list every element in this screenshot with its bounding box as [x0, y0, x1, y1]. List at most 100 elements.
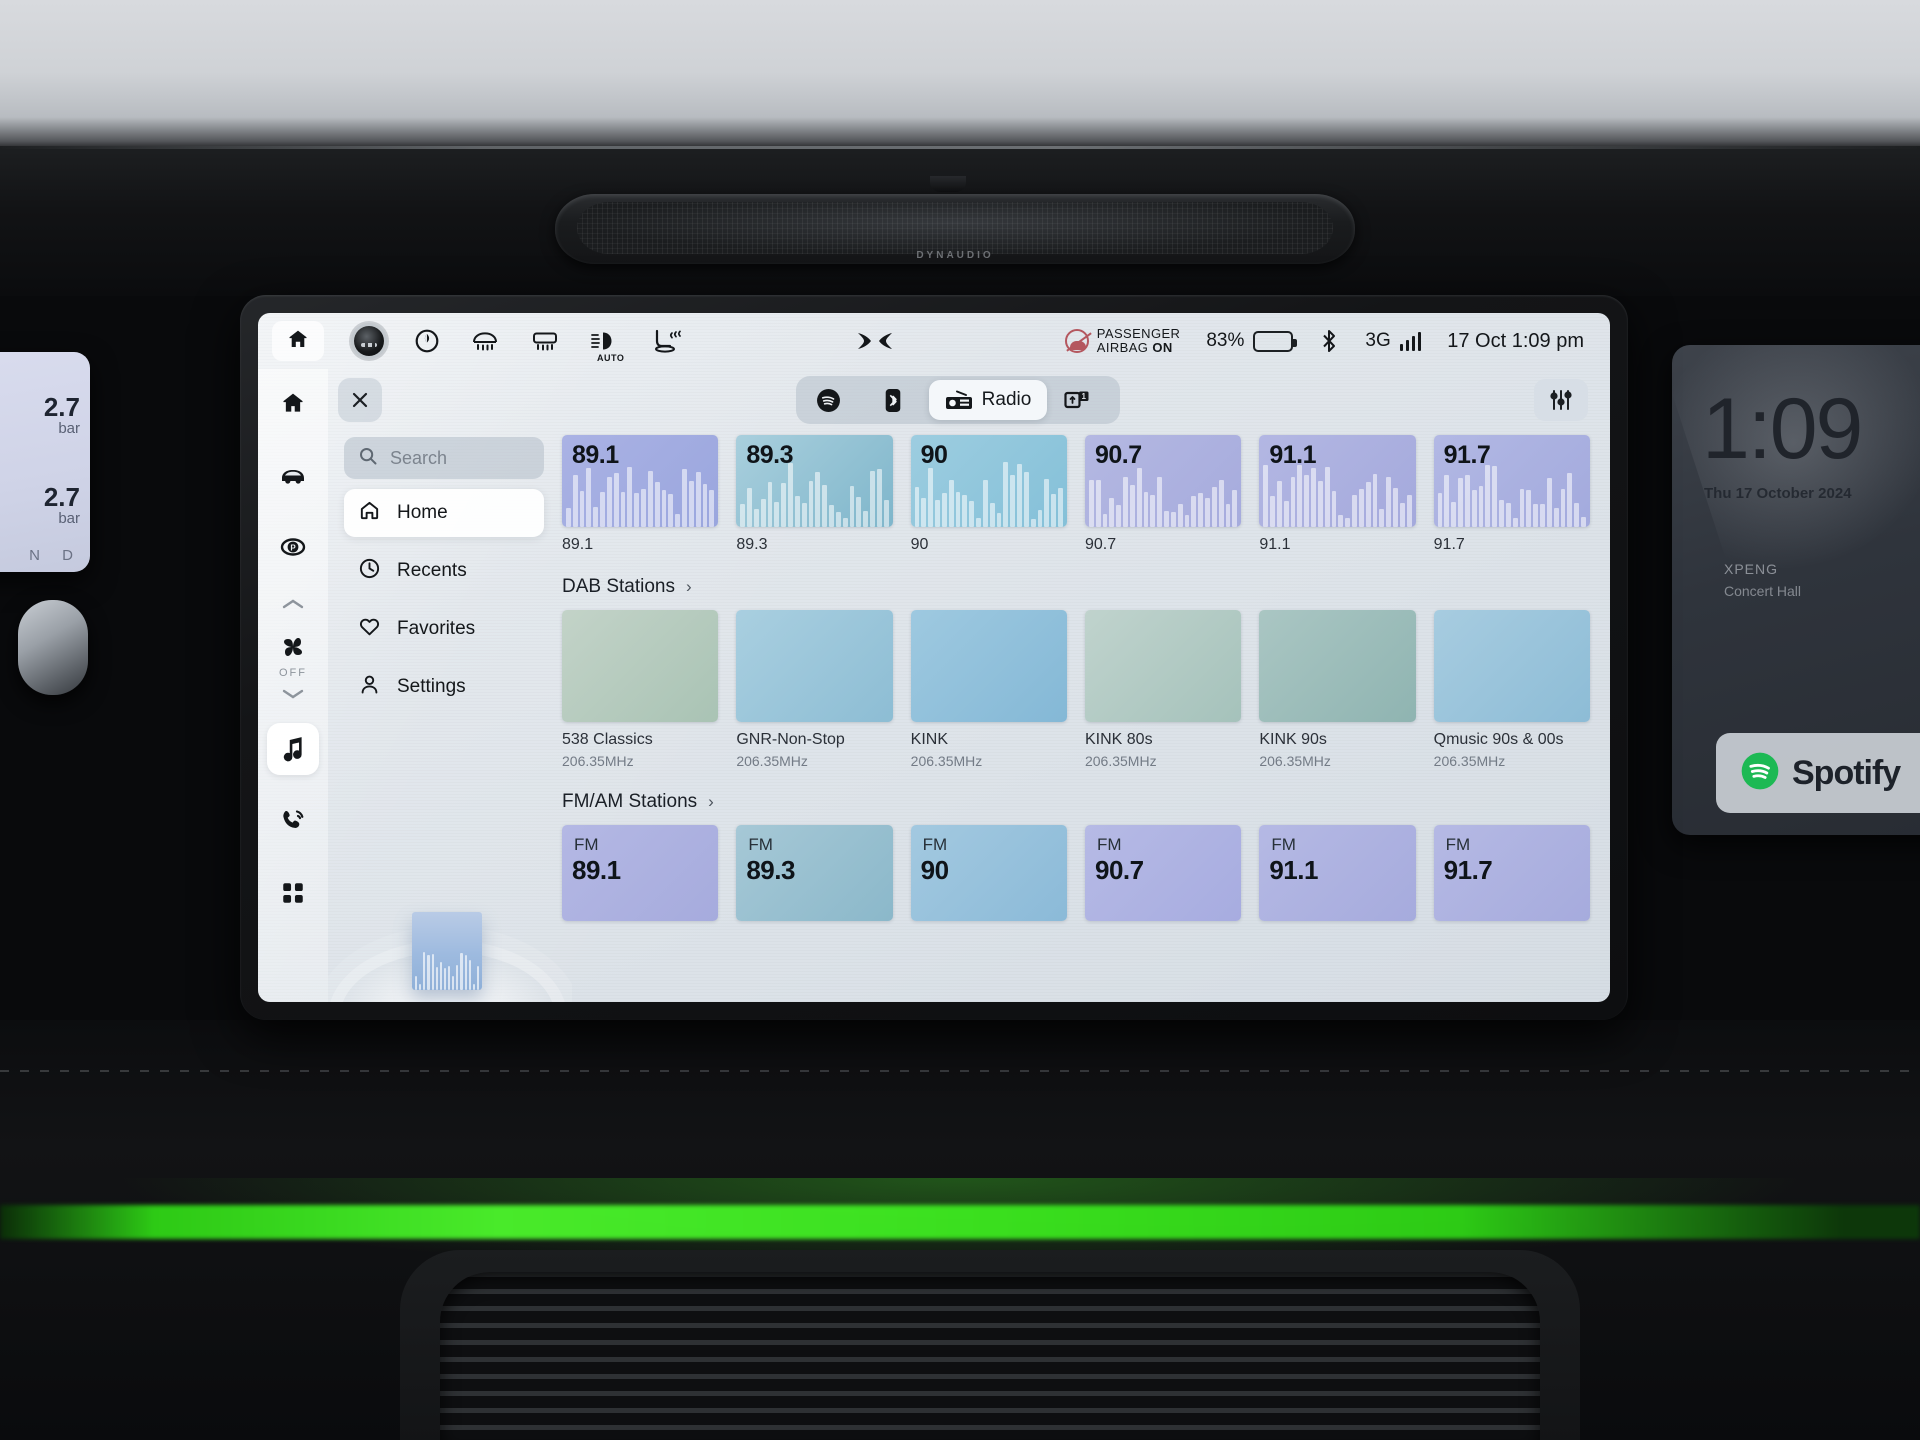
- dab-equalizer-bars: [1434, 653, 1590, 722]
- fmam-band-label: FM: [1445, 835, 1471, 854]
- rail-item-car[interactable]: [267, 449, 319, 501]
- airbag-line-2: AIRBAG: [1096, 340, 1149, 355]
- rail-item-apps[interactable]: [267, 867, 319, 919]
- airbag-icon: [1064, 329, 1089, 353]
- dab-section-title: DAB Stations: [562, 576, 675, 597]
- preset-tile[interactable]: 91.7 91.7: [1433, 435, 1590, 554]
- dab-station-name: GNR-Non-Stop: [736, 731, 845, 748]
- visualizer-bars: [412, 943, 482, 990]
- battery-percent: 83%: [1206, 330, 1245, 351]
- search-icon: [358, 446, 378, 471]
- passenger-spotify-widget[interactable]: Spotify: [1716, 733, 1920, 813]
- tab-bluetooth[interactable]: [866, 380, 929, 420]
- equalizer-button[interactable]: [1534, 379, 1588, 421]
- sidenav-item-home[interactable]: Home: [344, 489, 544, 537]
- fmam-station-tile[interactable]: FM 90.7: [1084, 825, 1242, 921]
- passenger-airbag-indicator: PASSENGER AIRBAG ON: [1064, 327, 1181, 355]
- rail-item-music[interactable]: [267, 723, 319, 775]
- close-button[interactable]: [338, 378, 382, 422]
- fmam-artwork: FM 89.1: [562, 825, 719, 921]
- search-input[interactable]: Search: [344, 437, 544, 479]
- dab-station-tile[interactable]: KINK 206.35MHz: [910, 610, 1067, 769]
- preset-tile[interactable]: 90.7 90.7: [1084, 435, 1242, 554]
- dab-section-header[interactable]: DAB Stations ›: [562, 576, 1590, 598]
- sidenav-label-favorites: Favorites: [397, 618, 476, 639]
- tab-radio[interactable]: Radio: [928, 380, 1048, 420]
- dab-station-tile[interactable]: KINK 80s 206.35MHz: [1084, 610, 1242, 769]
- tpms-rear-value: 2.7: [43, 482, 80, 512]
- sidenav-item-recents[interactable]: Recents: [344, 547, 544, 595]
- fmam-artwork: FM 91.1: [1259, 825, 1416, 921]
- recirculation-icon[interactable]: [414, 328, 440, 354]
- preset-equalizer-bars: [736, 461, 892, 527]
- bluetooth-icon[interactable]: [1319, 328, 1339, 354]
- dab-station-name: 538 Classics: [562, 731, 653, 748]
- fmam-station-tile[interactable]: FM 89.3: [736, 825, 893, 921]
- preset-tile[interactable]: 89.1 89.1: [562, 435, 719, 554]
- rear-defrost-icon[interactable]: [470, 328, 500, 354]
- dab-artwork: [1259, 610, 1416, 722]
- tab-radio-label: Radio: [981, 389, 1032, 410]
- preset-frequency: 90: [920, 441, 948, 469]
- chevron-down-icon[interactable]: [281, 683, 305, 705]
- sidenav-label-recents: Recents: [397, 560, 467, 581]
- sidenav-label-settings: Settings: [397, 676, 466, 697]
- network-indicator: 3G: [1365, 330, 1422, 352]
- dab-artwork: [1084, 610, 1242, 722]
- dab-equalizer-bars: [1259, 653, 1415, 722]
- tab-spotify[interactable]: [800, 380, 866, 420]
- fmam-station-tile[interactable]: FM 91.7: [1433, 825, 1590, 921]
- preset-caption: 90: [910, 536, 929, 553]
- preset-equalizer-bars: [1434, 461, 1590, 527]
- dab-artwork: [562, 610, 719, 722]
- dab-station-tile[interactable]: KINK 90s 206.35MHz: [1259, 610, 1416, 769]
- sensor-housing: [930, 176, 966, 192]
- fmam-station-tile[interactable]: FM 90: [910, 825, 1067, 921]
- preset-frequency: 91.1: [1269, 441, 1316, 469]
- chevron-up-icon[interactable]: [281, 593, 305, 615]
- home-button[interactable]: [272, 321, 324, 361]
- fmam-station-tile[interactable]: FM 89.1: [562, 825, 719, 921]
- rail-item-fan[interactable]: [267, 621, 319, 673]
- svg-text:1: 1: [1082, 392, 1087, 401]
- fmam-section-header[interactable]: FM/AM Stations ›: [562, 791, 1590, 813]
- sidenav-item-settings[interactable]: Settings: [344, 663, 544, 711]
- dab-station-tile[interactable]: Qmusic 90s & 00s 206.35MHz: [1433, 610, 1590, 769]
- preset-tile[interactable]: 89.3 89.3: [736, 435, 893, 554]
- dab-station-tile[interactable]: 538 Classics 206.35MHz: [562, 610, 719, 769]
- preset-tile[interactable]: 91.1 91.1: [1259, 435, 1416, 554]
- preset-tile[interactable]: 90 90: [910, 435, 1067, 554]
- rail-item-parking-brake[interactable]: P: [267, 521, 319, 573]
- chevron-right-icon: ›: [686, 577, 692, 596]
- fmam-artwork: FM 91.7: [1433, 825, 1590, 921]
- front-defrost-icon[interactable]: [530, 328, 560, 354]
- fmam-station-tile[interactable]: FM 91.1: [1259, 825, 1416, 921]
- sidenav-item-favorites[interactable]: Favorites: [344, 605, 544, 653]
- ambient-light-strip: [0, 1205, 1920, 1239]
- tab-usb-media[interactable]: 1: [1047, 380, 1116, 420]
- rail-item-phone[interactable]: [267, 795, 319, 847]
- dab-station-frequency: 206.35MHz: [910, 753, 983, 769]
- seat-heater-icon[interactable]: [652, 328, 686, 354]
- vent-slats: [440, 1272, 1540, 1440]
- gear-indicator: N D: [29, 547, 82, 564]
- media-panel: Radio 1 Search Home Recents Favorites Se…: [328, 369, 1610, 1002]
- camera-icon[interactable]: [354, 326, 384, 356]
- door-control-knob[interactable]: [18, 600, 88, 695]
- fmam-frequency: 89.1: [572, 855, 621, 885]
- fmam-band-label: FM: [748, 835, 773, 854]
- dab-station-tile[interactable]: GNR-Non-Stop 206.35MHz: [736, 610, 893, 769]
- station-browser: 89.1 89.1 89.3 89.3 90 90 90.7 90.7 91.1 91.1 91.7…: [556, 431, 1610, 1002]
- passenger-subtitle: Concert Hall: [1724, 583, 1802, 599]
- signal-bars-icon: [1399, 331, 1422, 351]
- dynaudio-speaker: DYNAUDIO: [555, 194, 1355, 264]
- passenger-brand: XPENG: [1724, 561, 1779, 577]
- auto-headlight-icon[interactable]: AUTO: [590, 329, 624, 363]
- rail-item-home[interactable]: [267, 377, 319, 429]
- heart-icon: [358, 615, 381, 644]
- panel-content: Search Home Recents Favorites Settings 8…: [328, 431, 1610, 1002]
- preset-equalizer-bars: [911, 461, 1067, 527]
- network-type: 3G: [1365, 330, 1391, 351]
- status-bar: AUTO PASSENGER AIRBAG ON 83% 3G 17 Oct 1…: [258, 313, 1610, 369]
- infotainment-screen: AUTO PASSENGER AIRBAG ON 83% 3G 17 Oct 1…: [258, 313, 1610, 1002]
